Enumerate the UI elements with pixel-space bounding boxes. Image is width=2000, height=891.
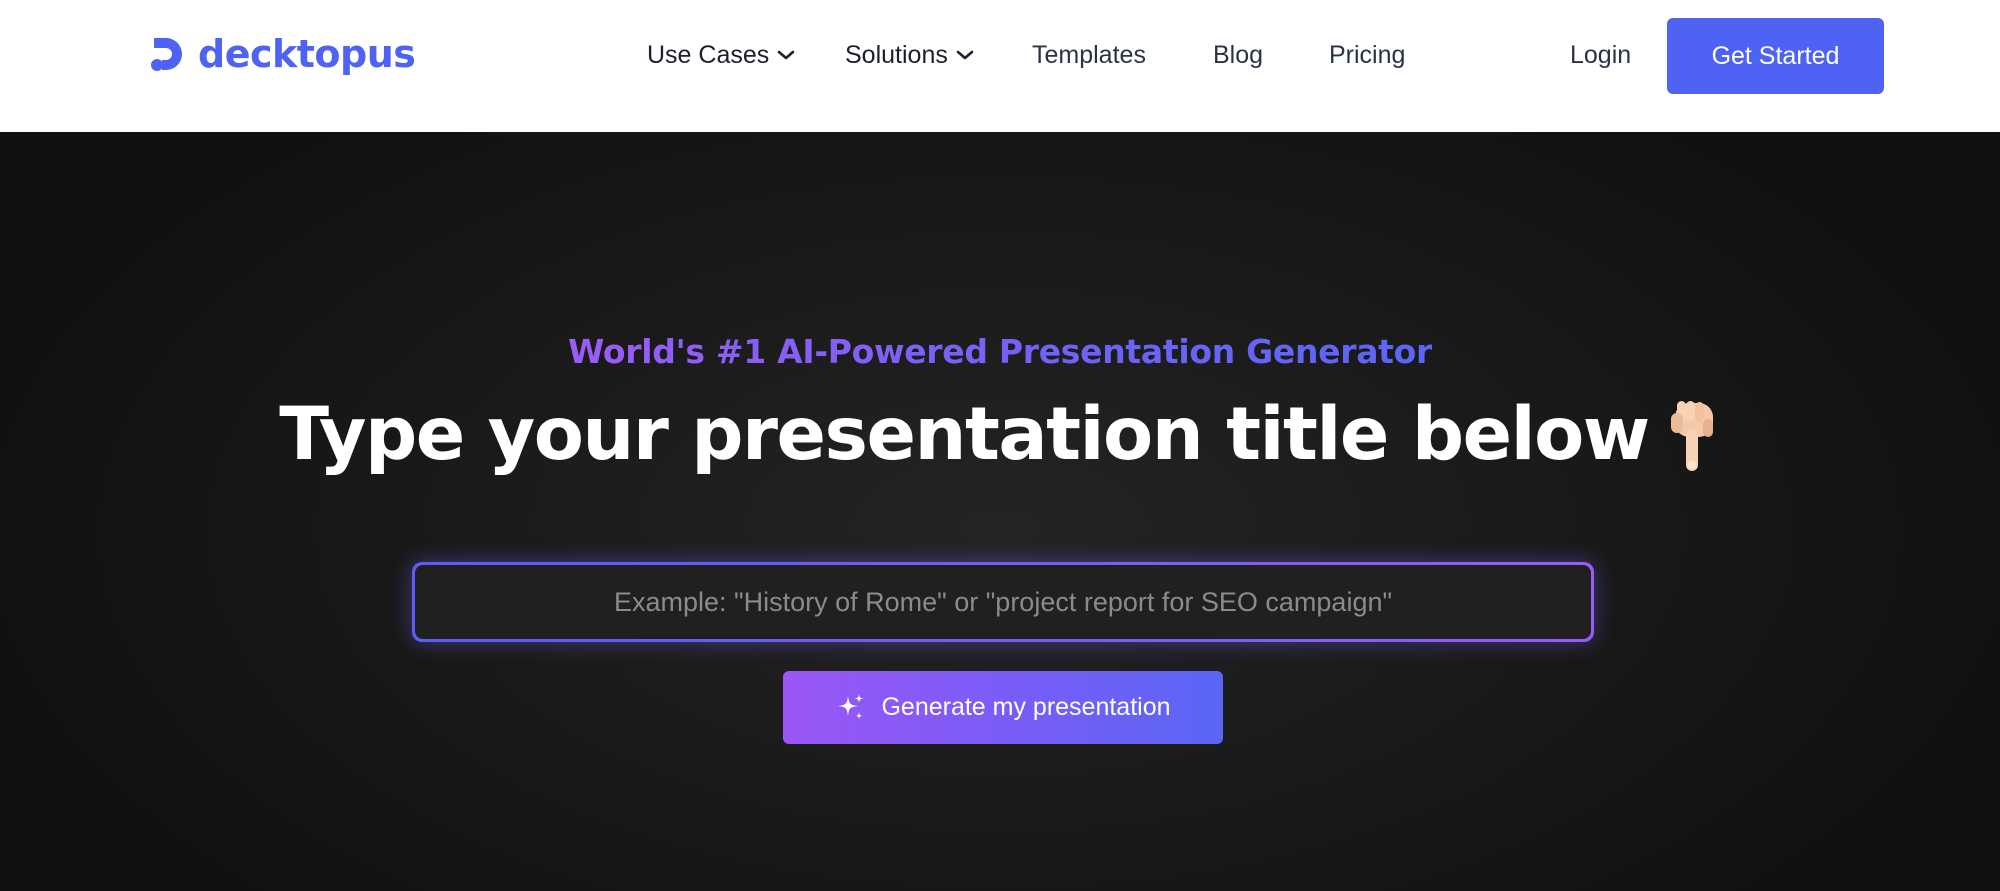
decktopus-logo-icon — [151, 38, 182, 71]
nav-solutions-dropdown[interactable]: Solutions — [845, 38, 974, 72]
presentation-title-input[interactable] — [415, 565, 1591, 639]
brand-name: decktopus — [198, 32, 416, 76]
generate-presentation-button[interactable]: Generate my presentation — [783, 671, 1223, 744]
nav-templates-link[interactable]: Templates — [1032, 38, 1146, 72]
hero-headline-text: Type your presentation title below — [279, 392, 1650, 477]
hero-eyebrow-text: World's #1 AI-Powered Presentation Gener… — [568, 332, 1432, 371]
nav-solutions-label: Solutions — [845, 40, 948, 69]
nav-blog-link[interactable]: Blog — [1213, 38, 1263, 72]
pointing-down-hand-icon — [1670, 400, 1713, 471]
title-input-container — [412, 562, 1594, 642]
nav-use-cases-dropdown[interactable]: Use Cases — [647, 38, 795, 72]
hero-section: World's #1 AI-Powered Presentation Gener… — [0, 132, 2000, 891]
top-navbar: decktopus Use Cases Solutions Templates … — [0, 0, 2000, 132]
decktopus-logo[interactable]: decktopus — [148, 30, 416, 78]
chevron-down-icon — [956, 50, 974, 60]
hero-eyebrow: World's #1 AI-Powered Presentation Gener… — [0, 332, 2000, 371]
chevron-down-icon — [777, 50, 795, 60]
login-link[interactable]: Login — [1570, 38, 1631, 72]
hero-headline: Type your presentation title below — [0, 392, 2000, 477]
get-started-button[interactable]: Get Started — [1667, 18, 1884, 94]
nav-pricing-link[interactable]: Pricing — [1329, 38, 1405, 72]
generate-button-label: Generate my presentation — [881, 693, 1171, 721]
sparkle-icon — [838, 693, 864, 720]
nav-use-cases-label: Use Cases — [647, 40, 770, 69]
